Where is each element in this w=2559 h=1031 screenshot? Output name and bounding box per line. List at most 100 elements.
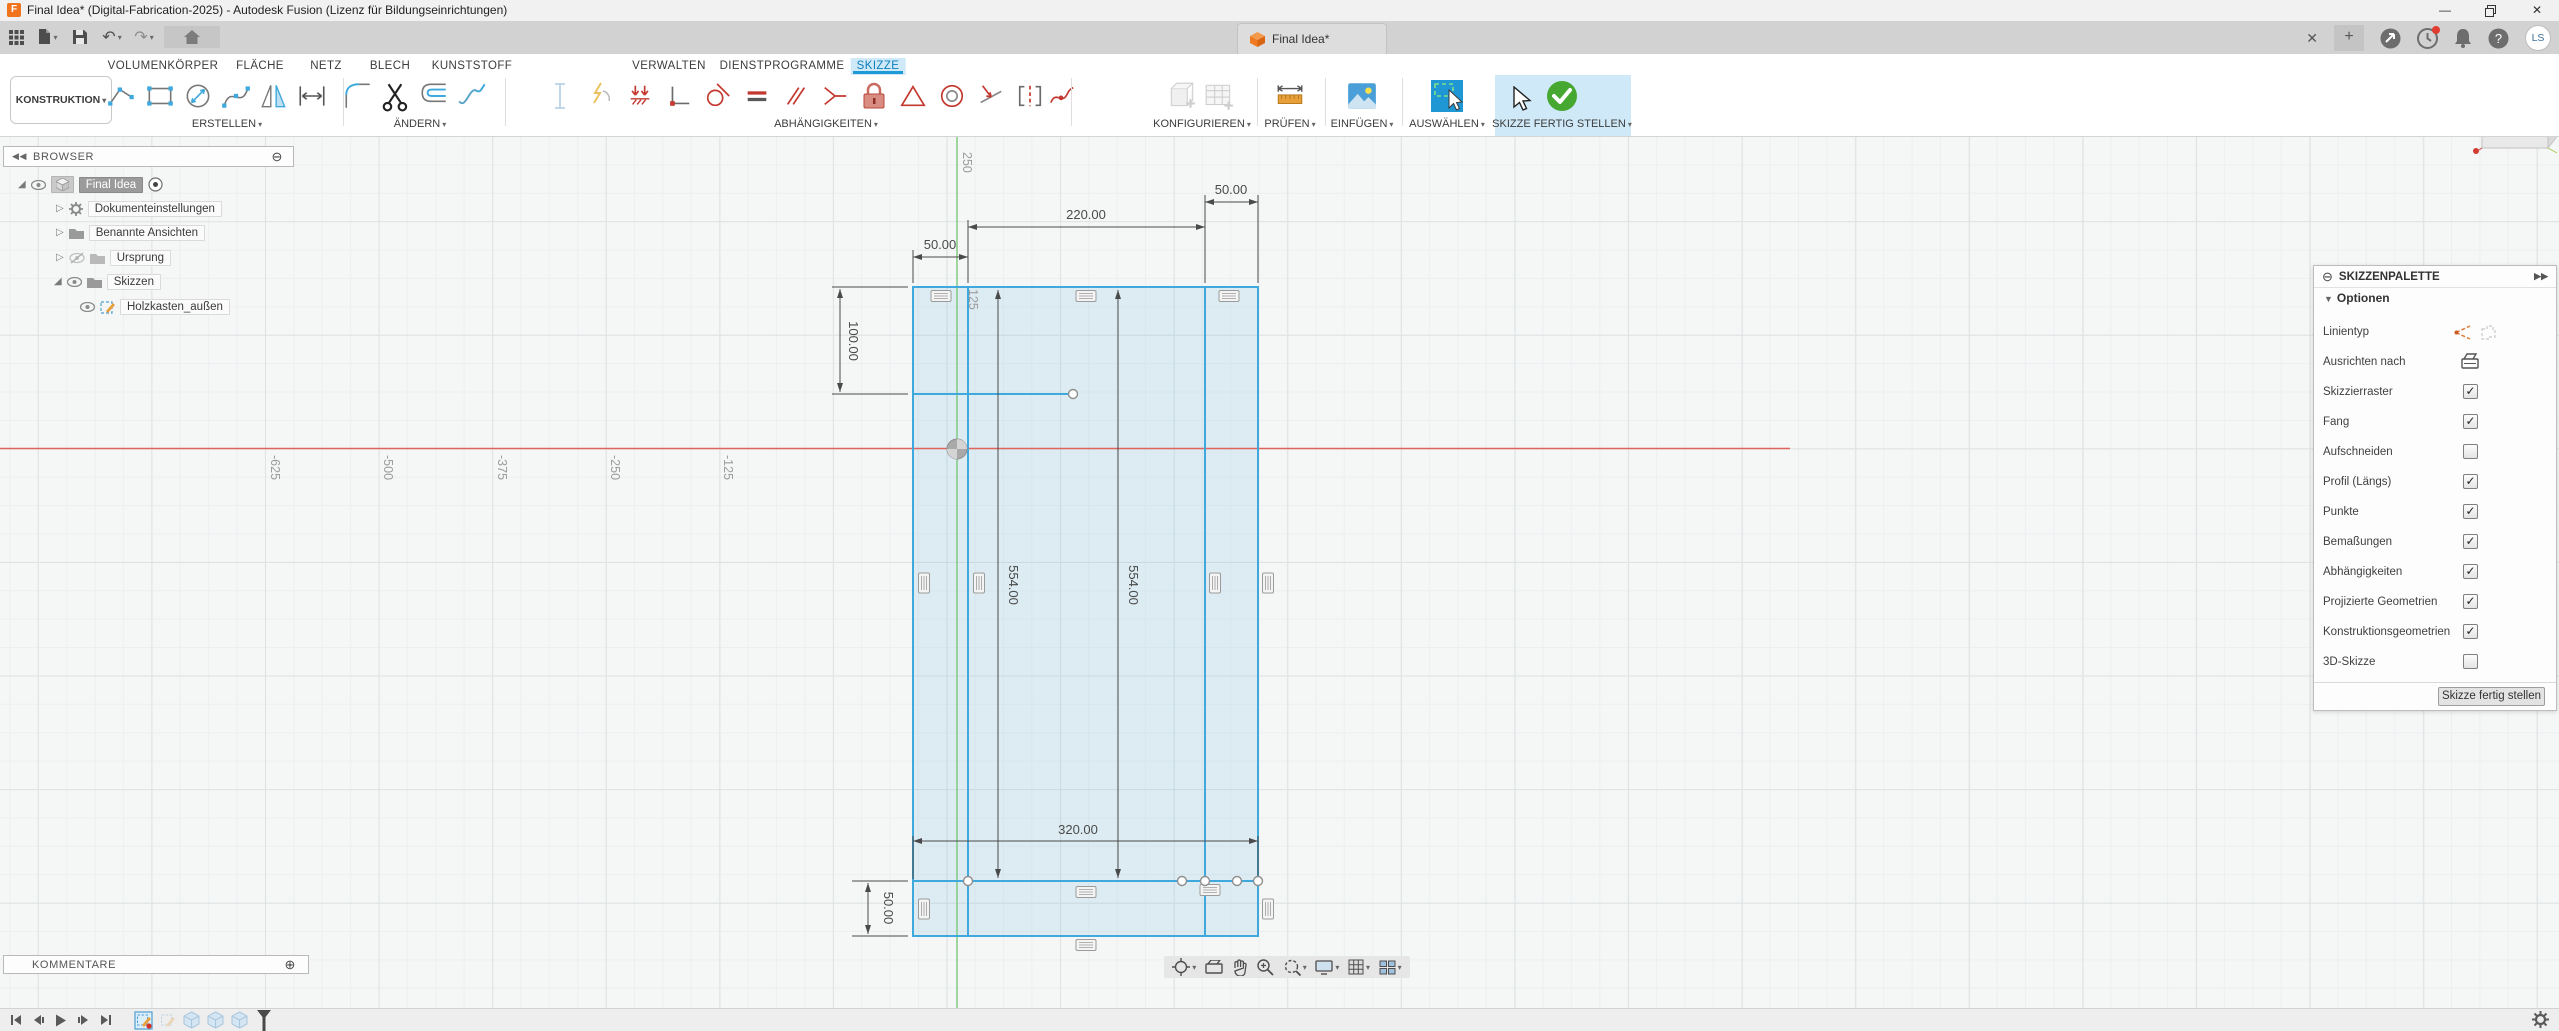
browser-header[interactable]: ◀◀ BROWSER ⊖ (3, 146, 294, 167)
timeline-feature-sketch[interactable] (158, 1011, 177, 1030)
undo-button[interactable]: ↶▾ (100, 26, 124, 48)
constraint-horizontal-vertical-icon[interactable] (665, 80, 693, 112)
tab-kunststoff[interactable]: KUNSTSTOFF (426, 58, 518, 75)
group-label-abhaengigkeiten[interactable]: ABHÄNGIGKEITEN▾ (774, 118, 878, 130)
finish-sketch-icon[interactable] (1545, 79, 1579, 113)
insert-image-icon[interactable] (1346, 80, 1378, 112)
palette-expand-icon[interactable]: ▶▶ (2534, 271, 2548, 282)
collapse-browser-icon[interactable]: ◀◀ (12, 151, 27, 162)
constraint-lock-icon[interactable] (859, 80, 889, 112)
viewports-button[interactable]: ▾ (1379, 960, 1402, 975)
tab-netz[interactable]: NETZ (304, 58, 348, 75)
tree-item-benannte-ansichten[interactable]: ▷ Benannte Ansichten (56, 223, 205, 242)
visibility-eye-icon[interactable] (67, 277, 82, 287)
go-to-start-button[interactable] (10, 1014, 22, 1026)
visibility-eye-icon[interactable] (80, 302, 95, 312)
skizzierraster-checkbox[interactable] (2463, 384, 2478, 399)
tree-item-root[interactable]: ◢ Final Idea (18, 175, 163, 194)
step-forward-button[interactable] (77, 1014, 90, 1026)
constraint-coincident-icon[interactable] (821, 80, 849, 112)
konstruktionsgeometrien-checkbox[interactable] (2463, 624, 2478, 639)
constraint-concentric-icon[interactable] (938, 80, 966, 112)
projizierte-checkbox[interactable] (2463, 594, 2478, 609)
group-label-erstellen[interactable]: ERSTELLEN▾ (192, 118, 262, 130)
tree-item-label[interactable]: Benannte Ansichten (89, 225, 205, 241)
edit-spline-icon[interactable] (456, 80, 488, 112)
collapsed-chevron-icon[interactable]: ▷ (56, 227, 64, 238)
restore-button[interactable] (2469, 0, 2513, 21)
collapsed-chevron-icon[interactable]: ▷ (56, 252, 64, 263)
finish-sketch-button[interactable]: Skizze fertig stellen (2438, 687, 2545, 706)
tree-item-dokumenteinstellungen[interactable]: ▷ Dokumenteinstellungen (56, 199, 222, 218)
tab-flaeche[interactable]: FLÄCHE (230, 58, 290, 75)
orbit-button[interactable]: ▾ (1172, 958, 1196, 976)
extensions-icon[interactable] (2380, 28, 2401, 49)
mirror-tool-icon[interactable] (258, 80, 290, 112)
notifications-bell-icon[interactable] (2454, 28, 2472, 48)
offset-tool-icon[interactable] (418, 80, 450, 112)
constraint-polygon-icon[interactable] (899, 80, 927, 112)
auto-constrain-icon[interactable] (587, 80, 613, 112)
rectangle-tool-icon[interactable] (144, 80, 176, 112)
preferences-gear-icon[interactable] (2532, 1011, 2549, 1028)
look-at-button[interactable] (1205, 960, 1223, 974)
step-back-button[interactable] (32, 1014, 45, 1026)
constraint-parallel-icon[interactable] (782, 80, 810, 112)
display-settings-button[interactable]: ▾ (1315, 960, 1339, 975)
minimize-button[interactable]: — (2423, 0, 2467, 21)
tree-item-holzkasten-aussen[interactable]: Holzkasten_außen (80, 297, 230, 316)
punkte-checkbox[interactable] (2463, 504, 2478, 519)
abhaengigkeiten-checkbox[interactable] (2463, 564, 2478, 579)
constraint-tangent-icon[interactable] (704, 80, 732, 112)
zoom-window-button[interactable]: ▾ (1283, 958, 1307, 976)
constraint-symmetry-icon[interactable] (1016, 80, 1044, 112)
look-at-icon[interactable] (2460, 353, 2480, 371)
tree-item-label[interactable]: Ursprung (110, 250, 171, 266)
tree-item-label[interactable]: Holzkasten_außen (120, 299, 230, 315)
tree-item-label[interactable]: Final Idea (79, 177, 144, 193)
go-to-end-button[interactable] (100, 1014, 112, 1026)
group-label-pruefen[interactable]: PRÜFEN▾ (1264, 118, 1315, 130)
palette-header[interactable]: ⊖ SKIZZENPALETTE ▶▶ (2314, 266, 2556, 288)
sketch-dimension-icon[interactable] (296, 80, 328, 112)
group-label-aendern[interactable]: ÄNDERN▾ (394, 118, 446, 130)
activate-component-radio[interactable] (148, 177, 163, 192)
pan-button[interactable] (1232, 959, 1248, 976)
sketch-scale-icon[interactable] (547, 80, 573, 112)
collapsed-chevron-icon[interactable]: ▷ (56, 203, 64, 214)
zoom-button[interactable] (1256, 958, 1274, 976)
linetype-projected-icon[interactable] (2479, 323, 2498, 342)
timeline-marker[interactable] (256, 1010, 272, 1031)
fillet-tool-icon[interactable] (342, 80, 374, 112)
app-grid-icon[interactable] (4, 26, 28, 48)
constraint-equal-icon[interactable] (743, 80, 771, 112)
spline-tool-icon[interactable] (220, 80, 252, 112)
expand-triangle-icon[interactable]: ◢ (54, 276, 62, 287)
timeline-feature-extrude[interactable] (182, 1011, 201, 1030)
skizze-3d-checkbox[interactable] (2463, 654, 2478, 669)
configuration-table-icon[interactable] (1203, 80, 1235, 112)
circle-tool-icon[interactable] (182, 80, 214, 112)
constraint-midpoint-icon[interactable] (977, 80, 1005, 112)
tab-blech[interactable]: BLECH (364, 58, 416, 75)
help-icon[interactable]: ? (2488, 28, 2509, 49)
palette-section-optionen[interactable]: ▼Optionen (2322, 291, 2390, 305)
close-tab-icon[interactable]: ✕ (2306, 30, 2318, 47)
tree-item-label[interactable]: Dokumenteinstellungen (88, 201, 222, 217)
visibility-eye-icon[interactable] (31, 180, 46, 190)
tab-volumenkoerper[interactable]: VOLUMENKÖRPER (102, 58, 225, 75)
redo-button[interactable]: ↷▾ (132, 26, 156, 48)
line-tool-icon[interactable] (106, 80, 138, 112)
palette-minus-icon[interactable]: ⊖ (2322, 269, 2333, 285)
measure-tool-icon[interactable] (1274, 80, 1306, 112)
tree-item-label[interactable]: Skizzen (107, 274, 161, 290)
play-button[interactable] (55, 1014, 67, 1027)
constraint-fix-icon[interactable] (626, 80, 654, 112)
aufschneiden-checkbox[interactable] (2463, 444, 2478, 459)
file-menu-button[interactable]: ▾ (36, 26, 60, 48)
sketch-canvas[interactable] (0, 136, 2559, 1008)
timeline-feature-extrude[interactable] (230, 1011, 249, 1030)
add-comment-icon[interactable]: ⊕ (285, 957, 297, 973)
expand-triangle-icon[interactable]: ◢ (18, 179, 26, 190)
home-button[interactable] (164, 26, 220, 48)
